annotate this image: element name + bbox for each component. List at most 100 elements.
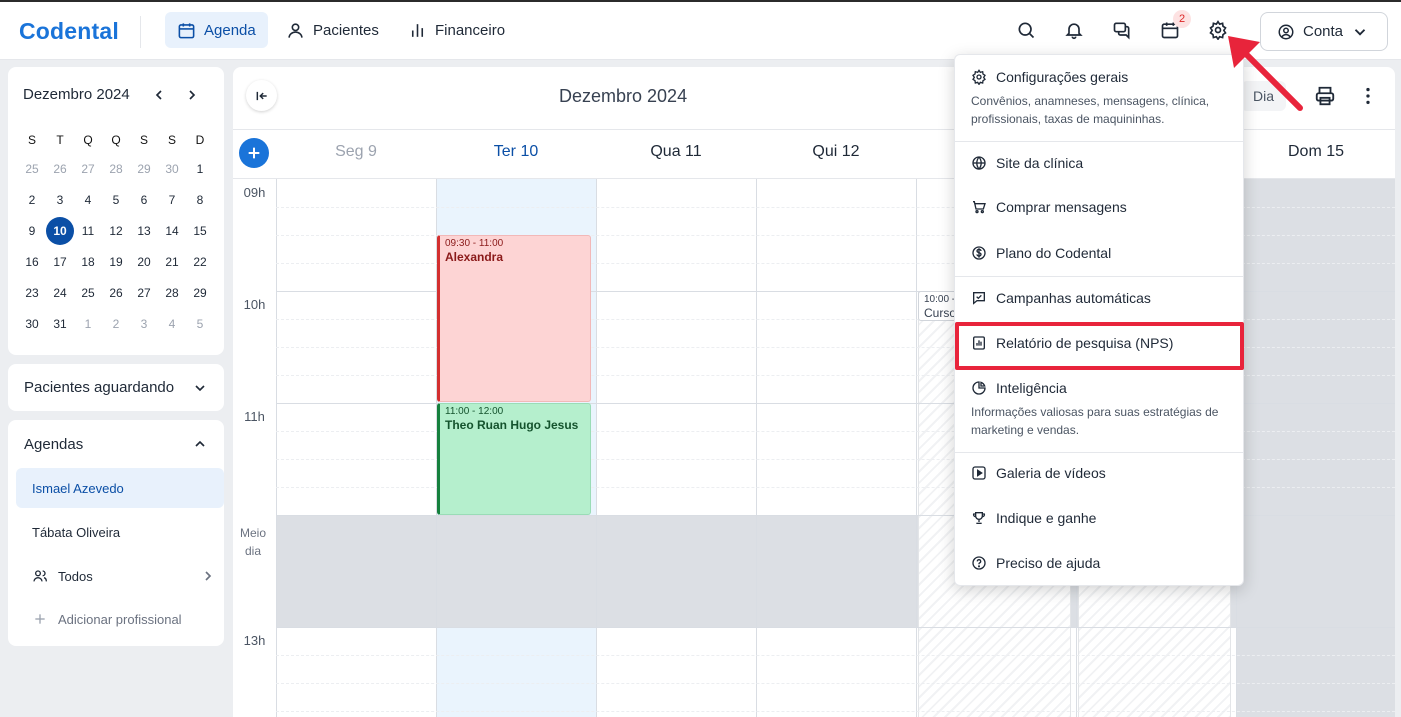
appointment-theo[interactable]: 11:00 - 12:00 Theo Ruan Hugo Jesus (437, 403, 591, 515)
calendar-day[interactable]: 28 (102, 153, 130, 184)
appointment-alexandra[interactable]: 09:30 - 11:00 Alexandra (437, 235, 591, 402)
menu-item-plan[interactable]: Plano do Codental (955, 231, 1243, 276)
column-divider (916, 179, 917, 717)
app-logo[interactable]: Codental (19, 18, 119, 45)
chevron-right-icon[interactable] (184, 87, 200, 103)
bell-icon (1065, 23, 1083, 40)
weekday-header: D (195, 133, 205, 147)
calendar-day-number: 30 (165, 161, 179, 176)
calendar-day[interactable]: 11 (74, 215, 102, 246)
calendar-day[interactable]: 6 (130, 184, 158, 215)
collapse-sidebar-button[interactable] (246, 80, 277, 111)
calendar-day[interactable]: 16 (18, 246, 46, 277)
menu-item-refer[interactable]: Indique e ganhe (955, 497, 1243, 542)
calendar-day[interactable]: 2 (102, 308, 130, 339)
calendar-day[interactable]: 5 (186, 308, 214, 339)
weekday-header: S (27, 133, 36, 147)
calendar-day[interactable]: 30 (18, 308, 46, 339)
calendar-day[interactable]: 29 (186, 277, 214, 308)
quarter-line (276, 655, 1395, 656)
calendar-day[interactable]: 19 (102, 246, 130, 277)
more-options-icon[interactable] (1357, 85, 1379, 107)
calendar-day[interactable]: 7 (158, 184, 186, 215)
waiting-patients-panel[interactable]: Pacientes aguardando (8, 364, 224, 411)
hour-line (276, 627, 1395, 628)
calendar-day[interactable]: 28 (158, 277, 186, 308)
day-header-wed[interactable]: Qua 11 (596, 143, 756, 161)
menu-item-clinic-site[interactable]: Site da clínica (955, 142, 1243, 186)
weekday-header: Q (111, 133, 121, 147)
calendar-day[interactable]: 25 (18, 153, 46, 184)
calendar-day[interactable]: 13 (130, 215, 158, 246)
calendar-day[interactable]: 5 (102, 184, 130, 215)
calendar-day[interactable]: 4 (74, 184, 102, 215)
search-button[interactable] (1014, 18, 1038, 42)
menu-item-general-settings[interactable]: Configurações gerais Convênios, anamnese… (955, 55, 1243, 141)
chevron-up-icon[interactable] (192, 436, 208, 452)
messages-button[interactable] (1110, 18, 1134, 42)
hour-label: 09h (243, 185, 266, 200)
menu-item-label: Configurações gerais (996, 69, 1129, 85)
agenda-item-all[interactable]: Todos (16, 556, 224, 596)
calendar-day[interactable]: 12 (102, 215, 130, 246)
calendar-day[interactable]: 26 (46, 153, 74, 184)
calendar-day[interactable]: 17 (46, 246, 74, 277)
all-agendas-label: Todos (58, 568, 93, 584)
menu-item-help[interactable]: Preciso de ajuda (955, 542, 1243, 587)
day-header-thu[interactable]: Qui 12 (756, 143, 916, 161)
column-divider (276, 179, 277, 717)
calendar-day[interactable]: 9 (18, 215, 46, 246)
chevron-left-icon[interactable] (151, 87, 167, 103)
calendar-day[interactable]: 4 (158, 308, 186, 339)
calendar-day[interactable]: 3 (130, 308, 158, 339)
notifications-button[interactable] (1062, 18, 1086, 42)
calendar-day-number: 9 (28, 223, 36, 238)
calendar-day[interactable]: 27 (130, 277, 158, 308)
calendar-day[interactable]: 3 (46, 184, 74, 215)
day-header-tue[interactable]: Ter 10 (436, 143, 596, 161)
calendar-day[interactable]: 22 (186, 246, 214, 277)
calendar-day[interactable]: 1 (74, 308, 102, 339)
print-icon[interactable] (1314, 85, 1336, 107)
agenda-item-tabata[interactable]: Tábata Oliveira (16, 512, 224, 552)
notification-badge: 2 (1173, 10, 1191, 28)
day-header-sun[interactable]: Dom 15 (1236, 143, 1395, 161)
agenda-item-label: Ismael Azevedo (32, 480, 124, 496)
nav-agenda[interactable]: Agenda (165, 12, 268, 48)
calendar-day[interactable]: 24 (46, 277, 74, 308)
day-header-mon[interactable]: Seg 9 (276, 143, 436, 161)
calendar-day[interactable]: 14 (158, 215, 186, 246)
calendar-day[interactable]: 30 (158, 153, 186, 184)
add-appointment-button[interactable] (239, 138, 269, 168)
nav-financeiro-label: Financeiro (435, 21, 506, 39)
calendar-day-number: 28 (109, 161, 123, 176)
calendar-day[interactable]: 20 (130, 246, 158, 277)
menu-item-buy-messages[interactable]: Comprar mensagens (955, 186, 1243, 231)
calendar-day-number: 29 (193, 285, 207, 300)
agenda-item-ismael[interactable]: Ismael Azevedo (16, 468, 224, 508)
calendar-day[interactable]: 2 (18, 184, 46, 215)
menu-item-intelligence[interactable]: Inteligência Informações valiosas para s… (955, 368, 1243, 452)
calendar-day[interactable]: 31 (46, 308, 74, 339)
chevron-down-icon (195, 385, 205, 392)
nav-pacientes[interactable]: Pacientes (274, 12, 391, 48)
calendar-day-number: 3 (140, 316, 148, 331)
calendar-day[interactable]: 18 (74, 246, 102, 277)
column-divider (756, 179, 757, 717)
add-professional-button[interactable]: Adicionar profissional (16, 599, 224, 639)
calendar-day[interactable]: 29 (130, 153, 158, 184)
calendar-day[interactable]: 10 (46, 215, 74, 246)
calendar-day[interactable]: 21 (158, 246, 186, 277)
annotation-arrow-icon (1228, 36, 1303, 111)
calendar-day[interactable]: 8 (186, 184, 214, 215)
calendar-day[interactable]: 26 (102, 277, 130, 308)
menu-item-campaigns[interactable]: Campanhas automáticas (955, 277, 1243, 321)
nav-financeiro[interactable]: Financeiro (396, 12, 517, 48)
calendar-day[interactable]: 1 (186, 153, 214, 184)
calendar-day[interactable]: 27 (74, 153, 102, 184)
calendar-day[interactable]: 25 (74, 277, 102, 308)
calendar-day[interactable]: 23 (18, 277, 46, 308)
menu-item-video-gallery[interactable]: Galeria de vídeos (955, 453, 1243, 497)
calendar-day[interactable]: 15 (186, 215, 214, 246)
user-icon (288, 22, 303, 38)
